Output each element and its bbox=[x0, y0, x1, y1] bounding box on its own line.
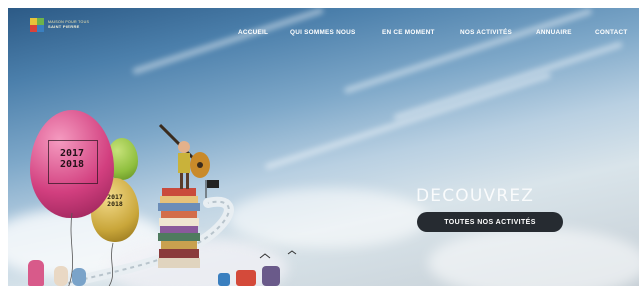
cupcake-figure bbox=[54, 266, 68, 286]
all-activities-button[interactable]: TOUTES NOS ACTIVITÉS bbox=[417, 212, 563, 232]
book-tower bbox=[158, 188, 200, 268]
nav-item-accueil[interactable]: ACCUEIL bbox=[238, 29, 268, 36]
child-figure bbox=[218, 273, 230, 286]
vehicle-figure bbox=[236, 270, 256, 286]
nav-item-nos-activites[interactable]: NOS ACTIVITÉS bbox=[460, 29, 512, 36]
cloud-streak bbox=[131, 8, 325, 75]
nav-item-qui-sommes-nous[interactable]: QUI SOMMES NOUS bbox=[290, 29, 356, 36]
pink-balloon: 2017 2018 bbox=[30, 110, 114, 218]
cupcake-figure bbox=[72, 268, 86, 286]
cloud-streak bbox=[264, 71, 552, 171]
birds-illustration bbox=[259, 250, 297, 259]
flag-icon bbox=[205, 180, 219, 198]
main-nav: ACCUEIL QUI SOMMES NOUS EN CE MOMENT NOS… bbox=[8, 29, 639, 39]
child-figure bbox=[28, 260, 44, 286]
page: 2017 2018 2017 2018 MAISON POUR TOUS SAI… bbox=[0, 0, 639, 286]
dancer-figure bbox=[262, 266, 280, 286]
cloud-streak bbox=[392, 41, 624, 121]
cloud-streak bbox=[343, 8, 593, 95]
cloud bbox=[428, 228, 639, 286]
balloon-strings bbox=[68, 213, 114, 286]
pink-balloon-text: 2017 2018 bbox=[59, 148, 85, 170]
hero-banner: 2017 2018 2017 2018 MAISON POUR TOUS SAI… bbox=[8, 8, 639, 286]
nav-item-annuaire[interactable]: ANNUAIRE bbox=[536, 29, 572, 36]
hero-title: DECOUVREZ bbox=[416, 186, 535, 206]
nav-item-en-ce-moment[interactable]: EN CE MOMENT bbox=[382, 29, 435, 36]
nav-item-contact[interactable]: CONTACT bbox=[595, 29, 628, 36]
